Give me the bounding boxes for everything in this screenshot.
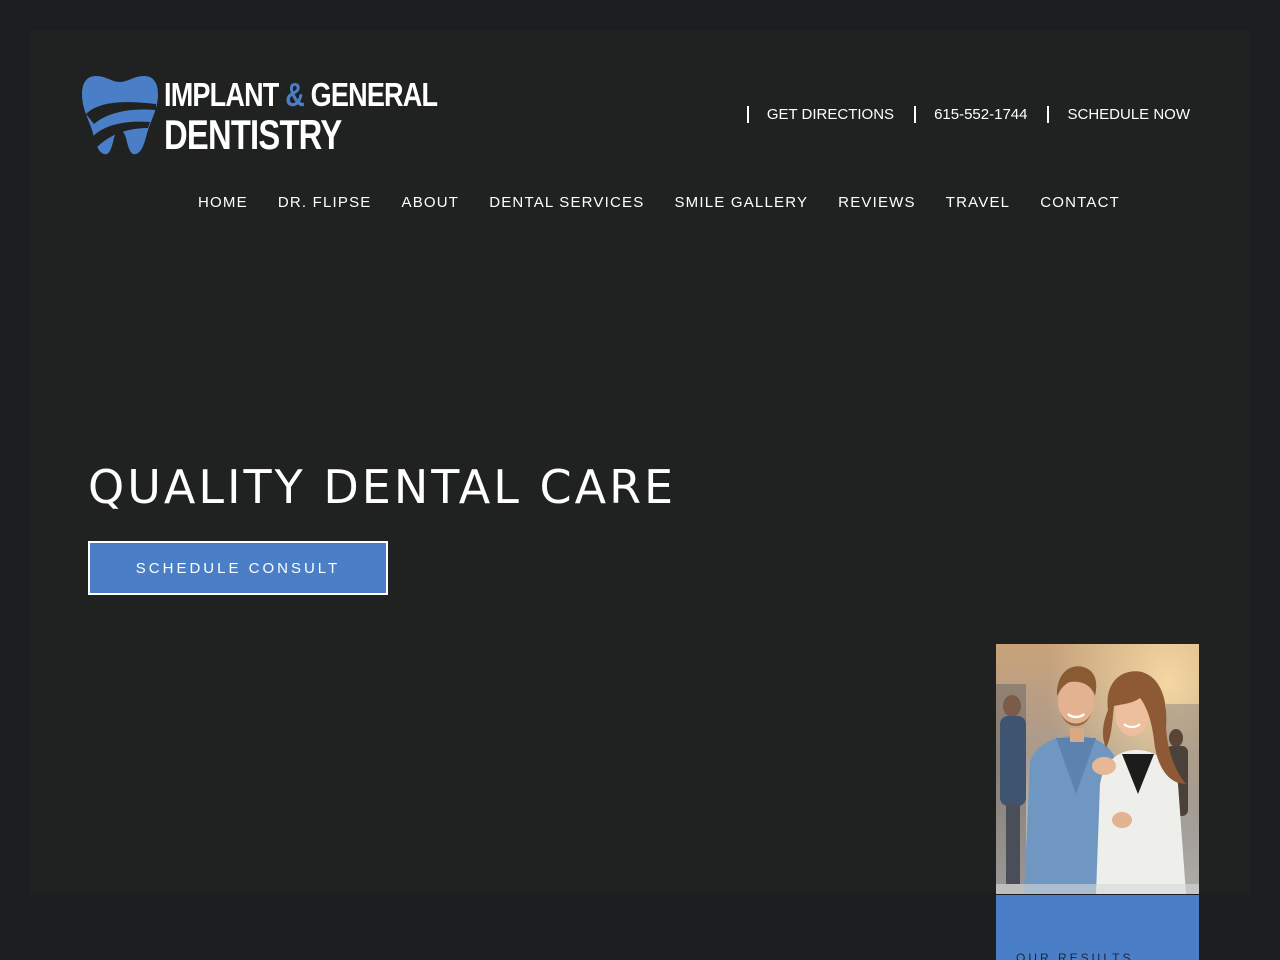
couple-photo-illustration xyxy=(996,644,1199,894)
site-logo[interactable]: IMPLANT & GENERAL DENTISTRY xyxy=(82,74,438,158)
utility-divider xyxy=(914,105,917,123)
nav-item-smile-gallery[interactable]: SMILE GALLERY xyxy=(674,194,808,211)
schedule-consult-button[interactable]: SCHEDULE CONSULT xyxy=(88,541,388,595)
hero-title: QUALITY DENTAL CARE xyxy=(88,460,677,514)
our-results-card[interactable]: OUR RESULTS xyxy=(996,644,1199,960)
utility-divider xyxy=(746,105,749,123)
nav-item-dental-services[interactable]: DENTAL SERVICES xyxy=(489,194,644,211)
nav-item-home[interactable]: HOME xyxy=(198,194,248,211)
logo-text-line2: DENTISTRY xyxy=(164,111,342,158)
our-results-label: OUR RESULTS xyxy=(1016,951,1134,960)
utility-divider xyxy=(1047,105,1050,123)
logo-text-line1: IMPLANT & GENERAL xyxy=(164,76,438,114)
get-directions-label: GET DIRECTIONS xyxy=(766,105,895,123)
logo-ampersand: & xyxy=(285,76,305,113)
phone-label: 615-552-1744 xyxy=(934,105,1028,123)
nav-item-reviews[interactable]: REVIEWS xyxy=(838,194,916,211)
nav-item-travel[interactable]: TRAVEL xyxy=(946,194,1010,211)
nav-item-dr-flipse[interactable]: DR. FLIPSE xyxy=(278,194,372,211)
phone-link[interactable]: 615-552-1744 xyxy=(914,105,1028,123)
our-results-footer: OUR RESULTS xyxy=(996,895,1199,960)
schedule-now-label: SCHEDULE NOW xyxy=(1067,105,1190,123)
nav-item-contact[interactable]: CONTACT xyxy=(1040,194,1120,211)
utility-nav: GET DIRECTIONS 615-552-1744 SCHEDULE NOW xyxy=(727,104,1190,124)
schedule-now-link[interactable]: SCHEDULE NOW xyxy=(1047,105,1190,123)
couple-photo xyxy=(996,644,1199,894)
logo-word-implant: IMPLANT xyxy=(164,76,279,113)
nav-item-about[interactable]: ABOUT xyxy=(402,194,460,211)
tooth-icon xyxy=(82,76,158,155)
get-directions-link[interactable]: GET DIRECTIONS xyxy=(746,105,895,123)
logo-word-general: GENERAL xyxy=(310,76,438,113)
main-nav: HOME DR. FLIPSE ABOUT DENTAL SERVICES SM… xyxy=(183,194,1135,211)
